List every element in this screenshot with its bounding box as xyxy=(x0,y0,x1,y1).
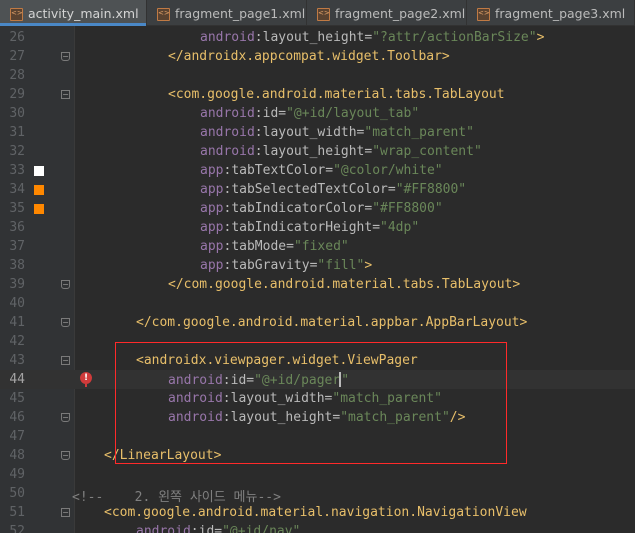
xml-file-icon xyxy=(317,7,331,21)
line-number: 33 xyxy=(9,163,25,178)
fold-icon[interactable]: − xyxy=(61,508,70,517)
code-line[interactable]: 30 android:id="@+id/layout_tab" xyxy=(0,104,635,123)
line-number: 37 xyxy=(9,239,25,254)
code-line[interactable]: 37 app:tabMode="fixed" xyxy=(0,237,635,256)
tab-label: fragment_page1.xml xyxy=(175,5,306,21)
code-line[interactable]: 29 − <com.google.android.material.tabs.T… xyxy=(0,85,635,104)
tab-fragment-page2[interactable]: fragment_page2.xml × xyxy=(307,0,467,26)
error-bulb-icon[interactable]: ! xyxy=(80,372,92,387)
line-number: 49 xyxy=(9,467,25,482)
code-line[interactable]: 33 app:tabTextColor="@color/white" xyxy=(0,161,635,180)
editor-tab-bar: activity_main.xml × fragment_page1.xml ×… xyxy=(0,0,635,26)
line-number: 43 xyxy=(9,353,25,368)
code-line[interactable]: 45 android:layout_width="match_parent" xyxy=(0,389,635,408)
xml-file-icon xyxy=(10,7,24,21)
code-line[interactable]: 49 xyxy=(0,465,635,484)
code-line-current[interactable]: 44 ! android:id="@+id/pager" xyxy=(0,370,635,389)
code-line[interactable]: 52 android:id="@+id/nav" xyxy=(0,522,635,533)
code-line[interactable]: 43 − <androidx.viewpager.widget.ViewPage… xyxy=(0,351,635,370)
fold-icon[interactable]: − xyxy=(61,280,70,289)
code-line[interactable]: 46 − android:layout_height="match_parent… xyxy=(0,408,635,427)
line-number: 40 xyxy=(9,296,25,311)
line-number: 26 xyxy=(9,30,25,45)
tab-label: fragment_page2.xml xyxy=(335,5,466,21)
line-number: 46 xyxy=(9,410,25,425)
line-number: 39 xyxy=(9,277,25,292)
tab-fragment-page3[interactable]: fragment_page3.xml xyxy=(467,0,635,26)
line-number: 51 xyxy=(9,505,25,520)
tab-fragment-page1[interactable]: fragment_page1.xml × xyxy=(147,0,307,26)
code-line[interactable]: 40 xyxy=(0,294,635,313)
code-line[interactable]: 35 app:tabIndicatorColor="#FF8800" xyxy=(0,199,635,218)
code-line[interactable]: 28 xyxy=(0,66,635,85)
line-number: 30 xyxy=(9,106,25,121)
line-number: 36 xyxy=(9,220,25,235)
line-number: 47 xyxy=(9,429,25,444)
code-line[interactable]: 41 − </com.google.android.material.appba… xyxy=(0,313,635,332)
line-number: 48 xyxy=(9,448,25,463)
xml-file-icon xyxy=(157,7,171,21)
fold-icon[interactable]: − xyxy=(61,451,70,460)
code-line[interactable]: 27 − </androidx.appcompat.widget.Toolbar… xyxy=(0,47,635,66)
fold-icon[interactable]: − xyxy=(61,318,70,327)
line-number: 32 xyxy=(9,144,25,159)
line-number: 34 xyxy=(9,182,25,197)
code-line[interactable]: 36 app:tabIndicatorHeight="4dp" xyxy=(0,218,635,237)
line-number: 27 xyxy=(9,49,25,64)
line-number: 45 xyxy=(9,391,25,406)
code-line[interactable]: 31 android:layout_width="match_parent" xyxy=(0,123,635,142)
xml-file-icon xyxy=(477,7,491,21)
line-number: 31 xyxy=(9,125,25,140)
line-number: 52 xyxy=(9,524,25,533)
fold-icon[interactable]: − xyxy=(61,52,70,61)
color-swatch-icon[interactable] xyxy=(34,204,44,214)
code-line[interactable]: 32 android:layout_height="wrap_content" xyxy=(0,142,635,161)
code-line[interactable]: 39 − </com.google.android.material.tabs.… xyxy=(0,275,635,294)
code-line[interactable]: 26 android:layout_height="?attr/actionBa… xyxy=(0,28,635,47)
code-line[interactable]: 48 − </LinearLayout> xyxy=(0,446,635,465)
tab-activity-main[interactable]: activity_main.xml × xyxy=(0,0,147,26)
line-number: 50 xyxy=(9,486,25,501)
tab-label: fragment_page3.xml xyxy=(495,5,626,21)
line-number: 28 xyxy=(9,68,25,83)
tab-label: activity_main.xml xyxy=(28,5,139,21)
fold-icon[interactable]: − xyxy=(61,90,70,99)
color-swatch-icon[interactable] xyxy=(34,185,44,195)
line-number: 38 xyxy=(9,258,25,273)
code-line[interactable]: 51 − <com.google.android.material.naviga… xyxy=(0,503,635,522)
code-line[interactable]: 47 xyxy=(0,427,635,446)
code-line[interactable]: 34 app:tabSelectedTextColor="#FF8800" xyxy=(0,180,635,199)
code-editor[interactable]: 26 android:layout_height="?attr/actionBa… xyxy=(0,26,635,533)
fold-icon[interactable]: − xyxy=(61,413,70,422)
line-number: 44 xyxy=(9,372,25,387)
code-line[interactable]: 38 app:tabGravity="fill"> xyxy=(0,256,635,275)
line-number: 42 xyxy=(9,334,25,349)
line-number: 29 xyxy=(9,87,25,102)
code-line[interactable]: 42 xyxy=(0,332,635,351)
code-line[interactable]: 50 <!-- 2. 왼쪽 사이드 메뉴--> xyxy=(0,484,635,505)
line-number: 41 xyxy=(9,315,25,330)
color-swatch-icon[interactable] xyxy=(34,166,44,176)
line-number: 35 xyxy=(9,201,25,216)
fold-icon[interactable]: − xyxy=(61,356,70,365)
